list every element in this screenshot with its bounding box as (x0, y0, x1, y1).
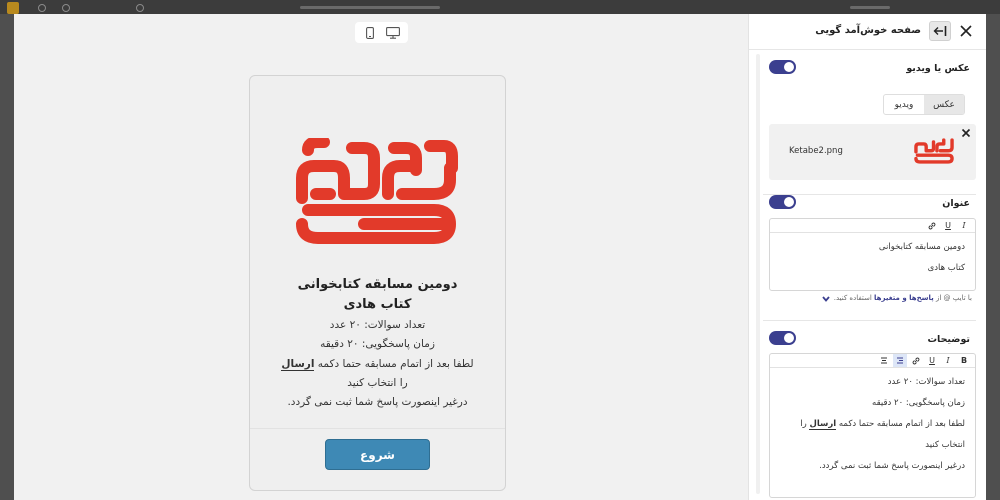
variables-hint: با تایپ @ از پاسخ‌ها و متغیرها استفاده ک… (834, 294, 972, 302)
card-desc-line-1: تعداد سوالات: ۲۰ عدد (329, 319, 426, 331)
link-icon[interactable] (925, 219, 939, 232)
close-icon[interactable] (958, 23, 974, 39)
description-label: توضیحات (927, 334, 970, 345)
uploaded-file: Ketabe2.png (769, 124, 976, 180)
panel-title: صفحه خوش‌آمد گویی (815, 25, 921, 36)
background-text (850, 6, 890, 9)
card-desc-line-2: زمان پاسخگویی: ۲۰ دقیقه (320, 338, 435, 351)
collapse-panel-button[interactable] (929, 21, 951, 41)
background-app-bar (0, 0, 1000, 14)
help-icon (62, 4, 70, 12)
underline-button[interactable]: U (925, 354, 939, 367)
align-center-icon[interactable] (877, 354, 891, 367)
card-title-line-2: کتاب هادی (343, 297, 412, 312)
media-toggle[interactable] (769, 60, 796, 74)
description-send-word: ارسال (809, 419, 837, 430)
description-editor[interactable]: B I U تعداد سوالات: ۲۰ عدد زمان پاسخگویی… (769, 353, 976, 498)
tab-video[interactable]: ویدیو (884, 95, 924, 114)
heading-section-header: عنوان (763, 195, 976, 213)
card-desc-send-word: ارسال (281, 357, 315, 371)
italic-button[interactable]: I (957, 219, 971, 232)
variables-link[interactable]: پاسخ‌ها و متغیرها (874, 294, 934, 302)
italic-button[interactable]: I (941, 354, 955, 367)
bold-button[interactable]: B (957, 354, 971, 367)
heading-section: عنوان I U دومین مسابقه کتابخوانی کتاب ها… (763, 195, 976, 325)
heading-text-line-1: دومین مسابقه کتابخوانی (878, 242, 965, 252)
description-text: تعداد سوالات: ۲۰ عدد زمان پاسخگویی: ۲۰ د… (770, 368, 975, 477)
ketab-hadi-logo (296, 138, 458, 244)
description-line-3-text: لطفا بعد از اتمام مسابقه حتما دکمه (836, 419, 965, 429)
media-section-header: عکس یا ویدیو (763, 60, 976, 78)
section-divider (763, 320, 976, 321)
hint-text-pre: با تایپ @ از (933, 294, 972, 302)
description-section: توضیحات B I U تعداد سوالات: ۲۰ عدد زمان … (763, 331, 976, 500)
app-logo (7, 2, 19, 14)
heading-editor[interactable]: I U دومین مسابقه کتابخوانی کتاب هادی (769, 218, 976, 291)
background-text (300, 6, 440, 9)
card-desc-line-4: را انتخاب کنید (347, 376, 408, 389)
description-toolbar: B I U (770, 354, 975, 368)
file-name: Ketabe2.png (789, 146, 843, 156)
card-description: تعداد سوالات: ۲۰ عدد زمان پاسخگویی: ۲۰ د… (270, 316, 485, 412)
welcome-card-preview: دومین مسابقه کتابخوانی کتاب هادی تعداد س… (249, 75, 506, 491)
description-toggle[interactable] (769, 331, 796, 345)
description-line-5: درغیر اینصورت پاسخ شما ثبت نمی گردد. (819, 461, 965, 471)
remove-file-icon[interactable] (961, 128, 971, 138)
panel-header: صفحه خوش‌آمد گویی (749, 14, 986, 50)
heading-toggle[interactable] (769, 195, 796, 209)
underline-button[interactable]: U (941, 219, 955, 232)
description-line-4: انتخاب کنید (925, 440, 965, 450)
chevron-down-icon[interactable] (821, 294, 831, 304)
heading-text: دومین مسابقه کتابخوانی کتاب هادی (770, 233, 975, 279)
desktop-icon[interactable] (384, 25, 402, 41)
card-desc-line-3: لطفا بعد از اتمام مسابقه حتما دکمه ارسال (270, 355, 485, 374)
hint-text-post: استفاده کنید. (833, 294, 875, 302)
collapse-arrow-icon (933, 26, 947, 36)
mobile-icon[interactable] (361, 25, 379, 41)
description-line-1: تعداد سوالات: ۲۰ عدد (887, 377, 965, 387)
card-title-line-1: دومین مسابقه کتابخوانی (297, 277, 458, 292)
description-line-3: لطفا بعد از اتمام مسابقه حتما دکمه ارسال… (770, 414, 965, 435)
user-icon (38, 4, 46, 12)
preview-area: دومین مسابقه کتابخوانی کتاب هادی تعداد س… (14, 14, 748, 500)
welcome-page-modal: دومین مسابقه کتابخوانی کتاب هادی تعداد س… (14, 14, 986, 500)
device-toggle (355, 22, 408, 43)
link-icon[interactable] (909, 354, 923, 367)
media-label: عکس یا ویدیو (906, 63, 970, 74)
card-desc-line-5: درغیر اینصورت پاسخ شما ثبت نمی گردد. (287, 396, 468, 409)
file-thumbnail (914, 138, 954, 164)
card-desc-line-3-text: لطفا بعد از اتمام مسابقه حتما دکمه (314, 357, 474, 370)
media-section: عکس یا ویدیو عکس ویدیو Ketabe2.png (763, 60, 976, 195)
card-divider (250, 428, 505, 429)
media-type-selector: عکس ویدیو (883, 94, 965, 115)
start-button[interactable]: شروع (325, 439, 430, 470)
settings-panel: صفحه خوش‌آمد گویی عکس یا ویدیو عکس ویدیو (748, 14, 986, 500)
card-title: دومین مسابقه کتابخوانی کتاب هادی (250, 275, 505, 315)
description-line-2: زمان پاسخگویی: ۲۰ دقیقه (872, 398, 965, 408)
heading-toolbar: I U (770, 219, 975, 233)
panel-scrollbar[interactable] (756, 54, 760, 494)
heading-label: عنوان (942, 198, 970, 209)
align-right-icon[interactable] (893, 354, 907, 367)
settings-icon (136, 4, 144, 12)
tab-image[interactable]: عکس (924, 95, 964, 114)
description-section-header: توضیحات (763, 331, 976, 349)
heading-text-line-2: کتاب هادی (927, 263, 965, 273)
